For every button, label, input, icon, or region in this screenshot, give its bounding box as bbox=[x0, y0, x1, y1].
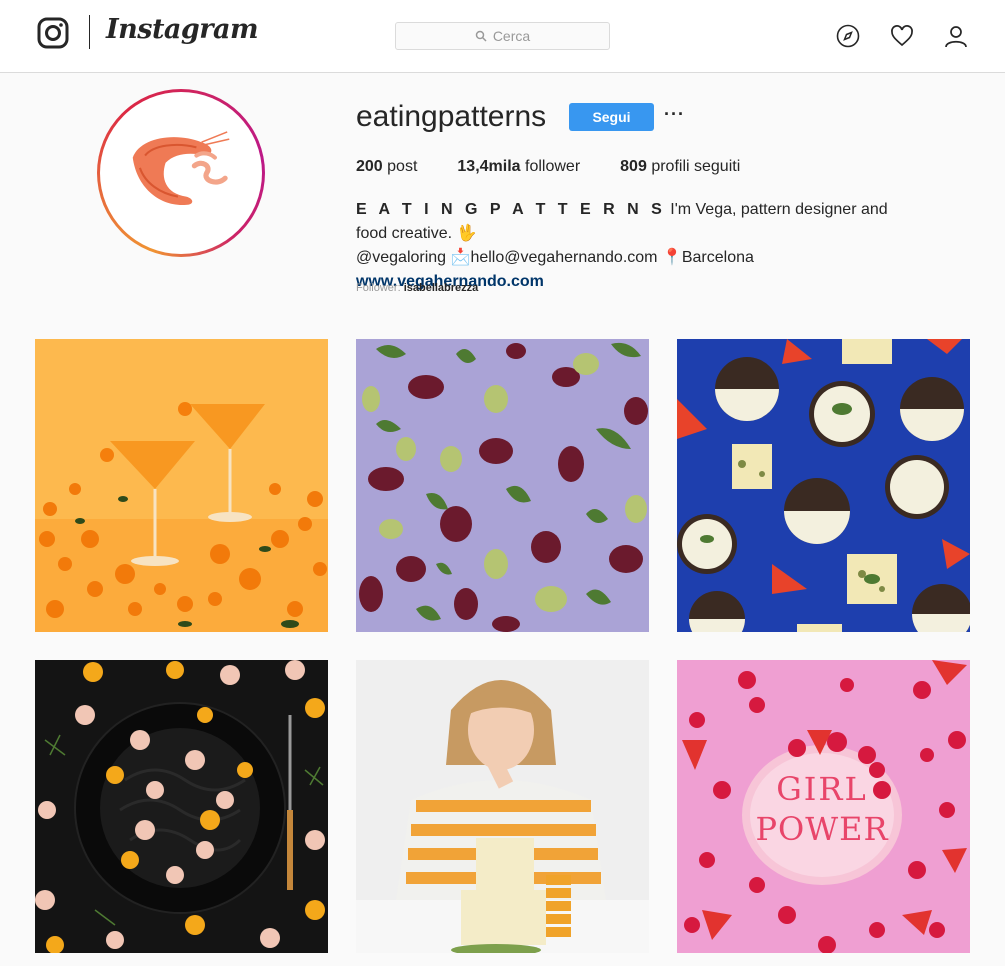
post-tile[interactable] bbox=[356, 339, 649, 632]
vulcan-hand-icon: 🖖 bbox=[456, 225, 477, 242]
envelope-icon: 📩 bbox=[450, 249, 471, 266]
bio-email: hello@vegahernando.com bbox=[470, 249, 658, 266]
bio-line-2: @vegaloring 📩hello@vegahernando.com 📍Bar… bbox=[356, 246, 916, 270]
post-tile[interactable] bbox=[35, 339, 328, 632]
post-tile[interactable] bbox=[356, 660, 649, 953]
pin-icon: 📍 bbox=[661, 249, 682, 266]
user-icon[interactable] bbox=[944, 24, 968, 48]
top-nav: Instagram Cerca bbox=[0, 0, 1005, 73]
compass-icon[interactable] bbox=[836, 24, 860, 48]
follow-button[interactable]: Segui bbox=[569, 103, 654, 131]
instagram-logo-icon[interactable] bbox=[37, 17, 69, 49]
post-tile[interactable] bbox=[35, 660, 328, 953]
profile-bio: E A T I N G P A T T E R N S I'm Vega, pa… bbox=[356, 198, 916, 294]
nav-divider bbox=[89, 15, 90, 49]
stat-posts[interactable]: 200 post bbox=[356, 158, 417, 176]
post-image-olives-pattern bbox=[356, 339, 649, 632]
post-image-portrait-with-cheese bbox=[356, 660, 649, 953]
search-placeholder: Cerca bbox=[492, 28, 531, 44]
bio-handle[interactable]: @vegaloring bbox=[356, 249, 446, 266]
profile-username: eatingpatterns bbox=[356, 100, 547, 133]
instagram-wordmark[interactable]: Instagram bbox=[106, 14, 259, 45]
followed-by-user[interactable]: isabellabrezza bbox=[404, 282, 479, 294]
post-tile[interactable] bbox=[677, 339, 970, 632]
more-options-button[interactable]: ··· bbox=[664, 104, 685, 125]
post-image-girl-power-cake: GIRL POWER bbox=[677, 660, 970, 953]
post-image-black-pasta-shrimp bbox=[35, 660, 328, 953]
post-image-cheese-crackers-pattern bbox=[677, 339, 970, 632]
svg-text:POWER: POWER bbox=[755, 810, 888, 848]
search-icon bbox=[475, 30, 487, 42]
profile-avatar[interactable] bbox=[97, 89, 265, 257]
bio-location: Barcelona bbox=[681, 249, 754, 266]
profile-stats: 200 post 13,4mila follower 809 profili s… bbox=[356, 158, 780, 176]
stat-followers[interactable]: 13,4mila follower bbox=[457, 158, 580, 176]
avatar-shrimp-image bbox=[104, 96, 258, 250]
post-image-orange-cocktails bbox=[35, 339, 328, 632]
search-input[interactable]: Cerca bbox=[395, 22, 610, 50]
svg-text:GIRL: GIRL bbox=[776, 770, 868, 808]
followed-by: Follower: isabellabrezza bbox=[356, 282, 479, 294]
heart-icon[interactable] bbox=[890, 24, 914, 48]
stat-following[interactable]: 809 profili seguiti bbox=[620, 158, 740, 176]
display-name: E A T I N G P A T T E R N S bbox=[356, 201, 666, 218]
post-tile[interactable]: GIRL POWER bbox=[677, 660, 970, 953]
bio-line-1: E A T I N G P A T T E R N S I'm Vega, pa… bbox=[356, 198, 916, 246]
